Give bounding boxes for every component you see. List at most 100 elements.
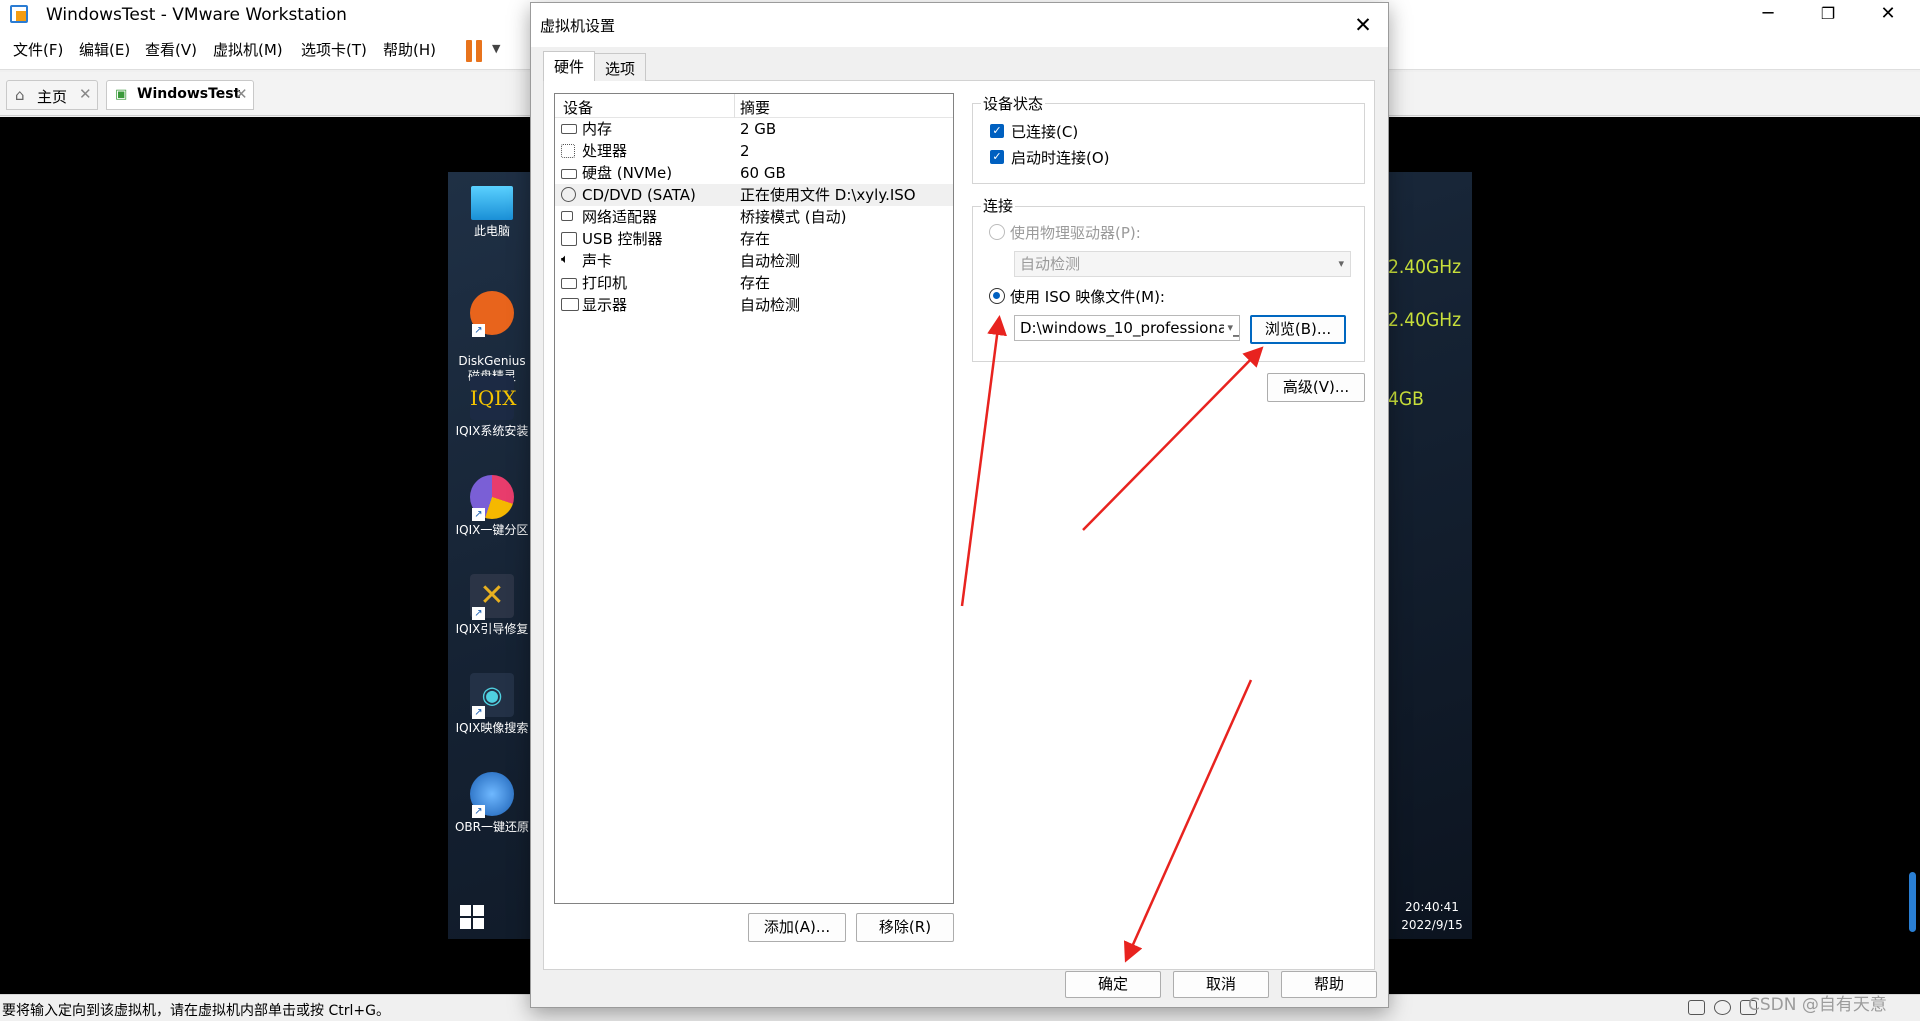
physical-drive-select: 自动检测 ▾ xyxy=(1014,251,1351,277)
desktop-icon-diskgenius[interactable]: ↗ DiskGenius 磁盘精灵 xyxy=(450,276,534,384)
desktop-icon-obr-restore[interactable]: ↗ OBR一键还原 xyxy=(450,772,534,835)
home-icon: ⌂ xyxy=(15,86,25,104)
menu-file[interactable]: 文件(F) xyxy=(13,40,63,60)
pause-dropdown-icon[interactable]: ▼ xyxy=(492,42,500,55)
status-message: 要将输入定向到该虚拟机，请在虚拟机内部单击或按 Ctrl+G。 xyxy=(2,1003,390,1019)
connect-at-power-on-label[interactable]: 启动时连接(O) xyxy=(1011,147,1110,168)
physical-drive-label[interactable]: 使用物理驱动器(P): xyxy=(1010,222,1141,243)
close-icon[interactable]: ✕ xyxy=(1858,0,1918,30)
desktop-icon-iqix-install[interactable]: IQIX IQIX系统安装 xyxy=(450,376,534,439)
desktop-icon-iqix-partition[interactable]: ↗ IQIX一键分区 xyxy=(450,475,534,538)
browse-button[interactable]: 浏览(B)... xyxy=(1250,315,1346,344)
device-summary: 自动检测 xyxy=(740,252,801,270)
device-row-printer[interactable]: 打印机 存在 xyxy=(555,272,953,294)
device-list[interactable]: 设备 摘要 内存 2 GB 处理器 2 硬盘 (NVMe) 60 GB CD/D… xyxy=(554,93,954,904)
pause-icon[interactable] xyxy=(466,40,486,62)
tab-windowstest[interactable]: ▣ WindowsTest ✕ xyxy=(106,80,254,110)
close-icon[interactable]: ✕ xyxy=(1343,9,1383,41)
desktop-icon-label: IQIX引导修复 xyxy=(455,622,529,636)
dialog-title: 虚拟机设置 xyxy=(540,17,616,35)
close-tab-icon[interactable]: ✕ xyxy=(235,85,248,103)
device-name: 网络适配器 xyxy=(582,208,658,226)
device-summary: 存在 xyxy=(740,274,771,292)
iso-path-combobox[interactable]: D:\windows_10_professional_x ▾ xyxy=(1014,315,1240,341)
device-row-network[interactable]: 网络适配器 桥接模式 (自动) xyxy=(555,206,953,228)
device-summary: 存在 xyxy=(740,230,771,248)
column-device[interactable]: 设备 xyxy=(563,97,593,118)
cd-status-icon[interactable] xyxy=(1714,1000,1731,1015)
device-name: 声卡 xyxy=(582,252,613,270)
device-row-memory[interactable]: 内存 2 GB xyxy=(555,118,953,140)
device-list-header: 设备 摘要 xyxy=(555,94,953,118)
processor-icon xyxy=(561,144,575,158)
dialog-title-bar: 虚拟机设置 ✕ xyxy=(531,3,1388,47)
windows-start-icon[interactable] xyxy=(460,905,484,929)
chevron-down-icon: ▾ xyxy=(1338,257,1344,270)
connected-checkbox[interactable]: ✓ xyxy=(990,124,1004,138)
iso-image-label[interactable]: 使用 ISO 映像文件(M): xyxy=(1010,286,1165,307)
device-summary: 60 GB xyxy=(740,164,786,182)
add-device-button[interactable]: 添加(A)... xyxy=(748,913,846,942)
harddisk-status-icon[interactable] xyxy=(1688,1000,1705,1015)
tools-icon: ✕ ↗ xyxy=(470,574,514,620)
tab-windowstest-label: WindowsTest xyxy=(137,86,241,102)
connection-title: 连接 xyxy=(981,195,1016,216)
scrollbar-thumb[interactable] xyxy=(1909,872,1916,932)
remove-device-button[interactable]: 移除(R) xyxy=(856,913,954,942)
physical-drive-radio[interactable] xyxy=(989,224,1005,240)
column-summary[interactable]: 摘要 xyxy=(740,97,770,118)
physical-drive-value: 自动检测 xyxy=(1020,255,1081,273)
device-row-sound[interactable]: 🔈︎ 声卡 自动检测 xyxy=(555,250,953,272)
usb-icon xyxy=(561,232,577,246)
desktop-icon-iqix-boot-repair[interactable]: ✕ ↗ IQIX引导修复 xyxy=(450,574,534,637)
device-row-cd-dvd[interactable]: CD/DVD (SATA) 正在使用文件 D:\xyly.ISO xyxy=(555,184,953,206)
desktop-icon-label: OBR一键还原 xyxy=(454,820,530,834)
image-search-icon: ◉ ↗ xyxy=(470,673,514,719)
device-summary: 2 xyxy=(740,142,750,160)
speaker-icon: 🔈︎ xyxy=(561,252,569,267)
desktop-icon-this-pc[interactable]: 此电脑 xyxy=(450,180,534,239)
iqix-icon: IQIX xyxy=(470,376,516,420)
connect-at-power-on-checkbox[interactable]: ✓ xyxy=(990,150,1004,164)
advanced-button[interactable]: 高级(V)... xyxy=(1267,373,1365,402)
menu-help[interactable]: 帮助(H) xyxy=(383,40,436,60)
device-row-display[interactable]: 显示器 自动检测 xyxy=(555,294,953,316)
device-name: CD/DVD (SATA) xyxy=(582,186,696,204)
partition-icon: ↗ xyxy=(470,475,514,521)
cpu-speed-text: 2.40GHz xyxy=(1388,309,1462,331)
taskbar-clock: 20:40:41 2022/9/15 xyxy=(1392,898,1472,934)
device-summary: 桥接模式 (自动) xyxy=(740,208,847,226)
connected-label[interactable]: 已连接(C) xyxy=(1011,121,1078,142)
restore-icon[interactable]: ❐ xyxy=(1798,0,1858,30)
restore-icon: ↗ xyxy=(470,772,514,818)
device-row-processor[interactable]: 处理器 2 xyxy=(555,140,953,162)
menu-view[interactable]: 查看(V) xyxy=(145,40,197,60)
device-row-harddisk[interactable]: 硬盘 (NVMe) 60 GB xyxy=(555,162,953,184)
monitor-icon xyxy=(471,186,513,220)
menu-vm[interactable]: 虚拟机(M) xyxy=(213,40,283,60)
clock-date: 2022/9/15 xyxy=(1401,918,1463,932)
tab-options[interactable]: 选项 xyxy=(594,53,647,81)
minimize-icon[interactable]: ─ xyxy=(1738,0,1798,30)
help-button[interactable]: 帮助 xyxy=(1281,971,1377,998)
menu-edit[interactable]: 编辑(E) xyxy=(79,40,130,60)
ok-button[interactable]: 确定 xyxy=(1065,971,1161,998)
desktop-icon-iqix-image-search[interactable]: ◉ ↗ IQIX映像搜索 xyxy=(450,673,534,736)
menu-tabs[interactable]: 选项卡(T) xyxy=(301,40,367,60)
cd-dvd-icon xyxy=(561,187,576,202)
device-summary: 自动检测 xyxy=(740,296,801,314)
chevron-down-icon[interactable]: ▾ xyxy=(1224,316,1233,340)
tab-home[interactable]: ⌂ 主页 ✕ xyxy=(6,80,98,110)
network-icon xyxy=(561,211,573,221)
desktop-icon-label: IQIX映像搜索 xyxy=(455,721,529,735)
cancel-button[interactable]: 取消 xyxy=(1173,971,1269,998)
harddisk-icon xyxy=(561,169,577,179)
iso-path-value: D:\windows_10_professional_x xyxy=(1020,319,1240,337)
desktop-icon-label: IQIX一键分区 xyxy=(455,523,529,537)
vm-settings-dialog: 虚拟机设置 ✕ 硬件 选项 设备 摘要 内存 2 GB 处理器 2 硬盘 (NV… xyxy=(530,2,1389,1008)
iso-image-radio[interactable] xyxy=(989,288,1005,304)
device-row-usb[interactable]: USB 控制器 存在 xyxy=(555,228,953,250)
close-tab-icon[interactable]: ✕ xyxy=(79,85,92,103)
display-icon xyxy=(561,298,579,311)
tab-hardware[interactable]: 硬件 xyxy=(543,51,596,81)
